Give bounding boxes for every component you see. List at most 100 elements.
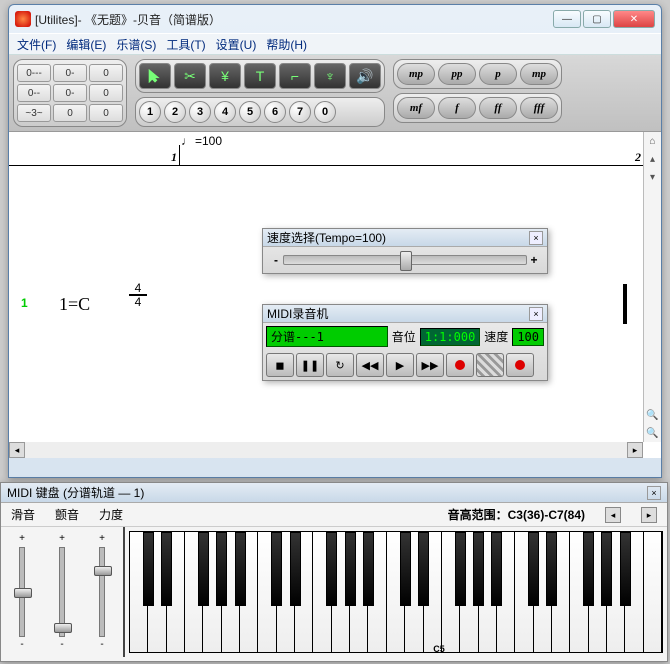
tool-home-icon[interactable]: ⌂ xyxy=(646,136,660,150)
dyn-f[interactable]: f xyxy=(438,97,476,119)
grid-cell[interactable]: 0 xyxy=(89,104,123,122)
part-display[interactable]: 分谱---1 xyxy=(266,326,388,347)
menu-score[interactable]: 乐谱(S) xyxy=(116,36,156,53)
tempo-minus[interactable]: - xyxy=(269,253,283,267)
dyn-mp2[interactable]: mp xyxy=(520,63,558,85)
grid-cell[interactable]: 0--- xyxy=(17,64,51,82)
tempo-plus[interactable]: + xyxy=(527,253,541,267)
speaker-tool[interactable]: 🔊 xyxy=(349,63,381,89)
octave-down-button[interactable]: ◂ xyxy=(605,507,621,523)
grid-cell[interactable]: 0 xyxy=(89,64,123,82)
scroll-left-icon[interactable]: ◂ xyxy=(9,442,25,458)
black-key[interactable] xyxy=(216,532,227,606)
horizontal-scrollbar[interactable]: ◂ ▸ xyxy=(9,442,643,458)
keyboard-close-icon[interactable]: × xyxy=(647,486,661,500)
note-2[interactable]: 2 xyxy=(164,101,186,123)
text-tool[interactable]: T xyxy=(244,63,276,89)
black-key[interactable] xyxy=(363,532,374,606)
note-6[interactable]: 6 xyxy=(264,101,286,123)
close-button[interactable]: ✕ xyxy=(613,10,655,28)
pause-button[interactable]: ❚❚ xyxy=(296,353,324,377)
velocity-slider[interactable]: +- xyxy=(85,533,119,651)
grid-cell[interactable]: 0 xyxy=(89,84,123,102)
note-3[interactable]: 3 xyxy=(189,101,211,123)
slide-slider[interactable]: +- xyxy=(5,533,39,651)
black-key[interactable] xyxy=(235,532,246,606)
note-4[interactable]: 4 xyxy=(214,101,236,123)
ruler[interactable]: =100 1 2 xyxy=(9,132,661,166)
black-key[interactable] xyxy=(418,532,429,606)
vibrato-slider[interactable]: +- xyxy=(45,533,79,651)
tempo-thumb[interactable] xyxy=(400,251,412,271)
black-key[interactable] xyxy=(491,532,502,606)
tuning-fork-tool[interactable]: ¥ xyxy=(209,63,241,89)
forward-button[interactable]: ▶▶ xyxy=(416,353,444,377)
dyn-p[interactable]: p xyxy=(479,63,517,85)
black-key[interactable] xyxy=(601,532,612,606)
dyn-fff[interactable]: fff xyxy=(520,97,558,119)
tempo-panel[interactable]: 速度选择(Tempo=100) × - + xyxy=(262,228,548,274)
menu-settings[interactable]: 设置(U) xyxy=(216,36,257,53)
slide-label: 滑音 xyxy=(11,506,35,523)
play-button[interactable]: ▶ xyxy=(386,353,414,377)
menu-edit[interactable]: 编辑(E) xyxy=(66,36,106,53)
note-5[interactable]: 5 xyxy=(239,101,261,123)
black-key[interactable] xyxy=(290,532,301,606)
grid-cell[interactable]: 0- xyxy=(53,64,87,82)
tempo-close-icon[interactable]: × xyxy=(529,231,543,245)
metronome-button[interactable] xyxy=(476,353,504,377)
titlebar[interactable]: [Utilites]- 《无题》-贝音（简谱版） — ▢ ✕ xyxy=(9,5,661,33)
grid-cell[interactable]: 0-- xyxy=(17,84,51,102)
staff[interactable]: 1 1=C 44 xyxy=(9,166,661,426)
rewind-button[interactable]: ◀◀ xyxy=(356,353,384,377)
black-key[interactable] xyxy=(271,532,282,606)
scroll-right-icon[interactable]: ▸ xyxy=(627,442,643,458)
grid-cell[interactable]: ~3~ xyxy=(17,104,51,122)
tool-down-icon[interactable]: ▾ xyxy=(646,172,660,186)
note-7[interactable]: 7 xyxy=(289,101,311,123)
black-key[interactable] xyxy=(583,532,594,606)
lyre-tool[interactable]: ♆ xyxy=(314,63,346,89)
piano-keyboard[interactable]: C5 xyxy=(129,531,663,653)
octave-up-button[interactable]: ▸ xyxy=(641,507,657,523)
dyn-pp[interactable]: pp xyxy=(438,63,476,85)
black-key[interactable] xyxy=(620,532,631,606)
tool-up-icon[interactable]: ▴ xyxy=(646,154,660,168)
tempo-slider[interactable] xyxy=(283,255,527,265)
zoom-out-icon[interactable]: 🔍 xyxy=(646,428,660,442)
record-button[interactable] xyxy=(446,353,474,377)
black-key[interactable] xyxy=(400,532,411,606)
menu-file[interactable]: 文件(F) xyxy=(17,36,56,53)
menu-tools[interactable]: 工具(T) xyxy=(166,36,205,53)
note-1[interactable]: 1 xyxy=(139,101,161,123)
bracket-tool[interactable]: ⌐ xyxy=(279,63,311,89)
black-key[interactable] xyxy=(345,532,356,606)
grid-cell[interactable]: 0- xyxy=(53,84,87,102)
minimize-button[interactable]: — xyxy=(553,10,581,28)
dyn-mp1[interactable]: mp xyxy=(397,63,435,85)
recorder-close-icon[interactable]: × xyxy=(529,307,543,321)
record2-button[interactable] xyxy=(506,353,534,377)
black-key[interactable] xyxy=(198,532,209,606)
midi-recorder-panel[interactable]: MIDI录音机 × 分谱---1 音位 1:1:000 速度 100 ◼ ❚❚ … xyxy=(262,304,548,381)
scissors-tool[interactable]: ✂ xyxy=(174,63,206,89)
dyn-ff[interactable]: ff xyxy=(479,97,517,119)
black-key[interactable] xyxy=(326,532,337,606)
black-key[interactable] xyxy=(143,532,154,606)
note-0[interactable]: 0 xyxy=(314,101,336,123)
pointer-tool[interactable] xyxy=(139,63,171,89)
black-key[interactable] xyxy=(546,532,557,606)
black-key[interactable] xyxy=(528,532,539,606)
zoom-in-icon[interactable]: 🔍 xyxy=(646,410,660,424)
menu-help[interactable]: 帮助(H) xyxy=(266,36,307,53)
black-key[interactable] xyxy=(455,532,466,606)
maximize-button[interactable]: ▢ xyxy=(583,10,611,28)
dyn-mf[interactable]: mf xyxy=(397,97,435,119)
black-key[interactable] xyxy=(161,532,172,606)
grid-cell[interactable]: 0 xyxy=(53,104,87,122)
pos-label: 音位 xyxy=(392,328,416,345)
black-key[interactable] xyxy=(473,532,484,606)
loop-button[interactable]: ↻ xyxy=(326,353,354,377)
speed-label: 速度 xyxy=(484,328,508,345)
stop-button[interactable]: ◼ xyxy=(266,353,294,377)
